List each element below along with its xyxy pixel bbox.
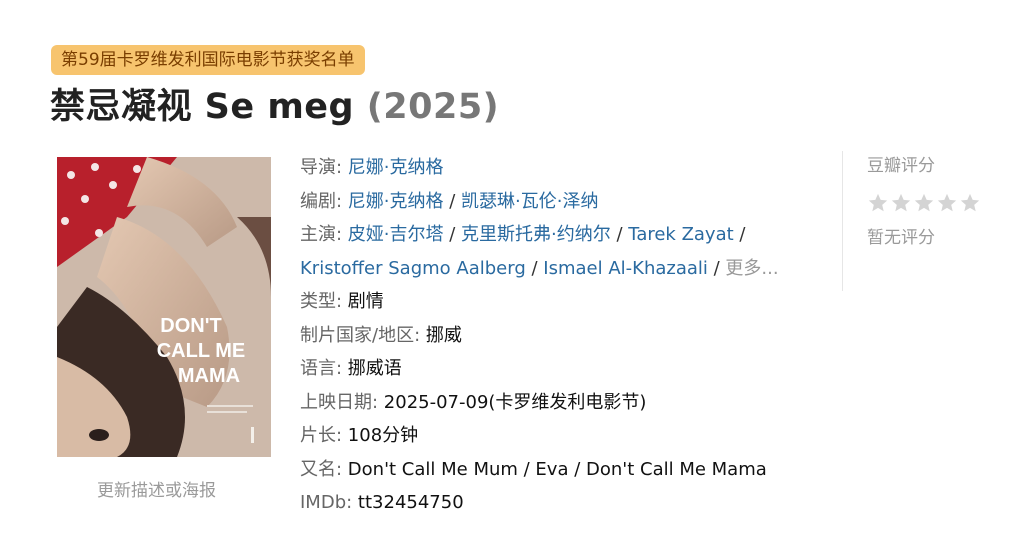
genre-value: 剧情 — [347, 291, 384, 312]
runtime-value: 108分钟 — [347, 425, 419, 446]
imdb-label: IMDb — [300, 492, 347, 513]
rating-panel: 豆瓣评分 暂无评分 — [842, 151, 1002, 291]
language-row: 语言: 挪威语 — [300, 358, 402, 379]
star-icon — [868, 193, 888, 212]
runtime-row: 片长: 108分钟 — [300, 425, 419, 446]
language-value: 挪威语 — [347, 358, 402, 379]
poster-title-line-2: CALL ME — [157, 340, 246, 362]
poster-title-line-3: MAMA — [178, 365, 240, 387]
cast-label: 主演 — [300, 224, 336, 245]
release-value: 2025-07-09(卡罗维发利电影节) — [383, 391, 647, 413]
director-row: 导演: 尼娜·克纳格 — [300, 157, 444, 178]
imdb-value: tt32454750 — [357, 492, 464, 513]
poster-title-line-1: DON'T — [160, 315, 221, 337]
movie-title: 禁忌凝视 Se meg — [50, 87, 355, 127]
star-icon — [937, 193, 957, 212]
movie-poster[interactable]: DON'T CALL ME MAMA — [57, 157, 271, 457]
director-label: 导演 — [300, 157, 336, 178]
cast-row-continued: Kristoffer Sagmo Aalberg / Ismael Al-Kha… — [300, 257, 779, 279]
language-label: 语言 — [300, 358, 336, 379]
country-row: 制片国家/地区: 挪威 — [300, 324, 462, 346]
cast-link-2[interactable]: 克里斯托弗·约纳尔 — [461, 224, 611, 245]
cast-row: 主演: 皮娅·吉尔塔 / 克里斯托弗·约纳尔 / Tarek Zayat / — [300, 224, 746, 245]
country-value: 挪威 — [425, 324, 462, 346]
poster-image: DON'T CALL ME MAMA — [57, 157, 271, 457]
award-tag[interactable]: 第59届卡罗维发利国际电影节获奖名单 — [51, 45, 365, 75]
update-description-link[interactable]: 更新描述或海报 — [97, 476, 216, 501]
aka-label: 又名 — [300, 458, 336, 480]
cast-link-3[interactable]: Tarek Zayat — [628, 224, 733, 245]
release-label: 上映日期 — [300, 391, 372, 413]
rating-label: 豆瓣评分 — [867, 156, 935, 176]
aka-row: 又名: Don't Call Me Mum / Eva / Don't Call… — [300, 458, 767, 480]
runtime-label: 片长 — [300, 425, 336, 446]
country-label: 制片国家/地区 — [300, 324, 415, 346]
writer-link-1[interactable]: 尼娜·克纳格 — [348, 191, 444, 212]
director-link[interactable]: 尼娜·克纳格 — [348, 157, 444, 178]
genre-label: 类型 — [300, 291, 336, 312]
star-icon — [891, 193, 911, 212]
star-icon — [960, 193, 980, 212]
writer-link-2[interactable]: 凯瑟琳·瓦伦·泽纳 — [461, 191, 598, 212]
cast-link-1[interactable]: 皮娅·吉尔塔 — [348, 224, 444, 245]
movie-year: (2025) — [366, 87, 500, 127]
imdb-row: IMDb: tt32454750 — [300, 492, 464, 513]
movie-info: 导演: 尼娜·克纳格 编剧: 尼娜·克纳格 / 凯瑟琳·瓦伦·泽纳 主演: 皮娅… — [300, 151, 820, 520]
cast-link-5[interactable]: Ismael Al-Khazaali — [543, 258, 708, 279]
release-row: 上映日期: 2025-07-09(卡罗维发利电影节) — [300, 391, 647, 413]
aka-value: Don't Call Me Mum / Eva / Don't Call Me … — [347, 458, 767, 480]
cast-link-4[interactable]: Kristoffer Sagmo Aalberg — [300, 258, 526, 279]
cast-more-link[interactable]: 更多... — [725, 258, 778, 279]
writer-label: 编剧 — [300, 190, 336, 212]
page-title: 禁忌凝视 Se meg (2025) — [50, 82, 499, 132]
star-icon — [914, 193, 934, 212]
rating-stars — [867, 192, 1002, 220]
writer-row: 编剧: 尼娜·克纳格 / 凯瑟琳·瓦伦·泽纳 — [300, 190, 599, 212]
genre-row: 类型: 剧情 — [300, 291, 384, 312]
no-rating-text: 暂无评分 — [867, 228, 935, 248]
